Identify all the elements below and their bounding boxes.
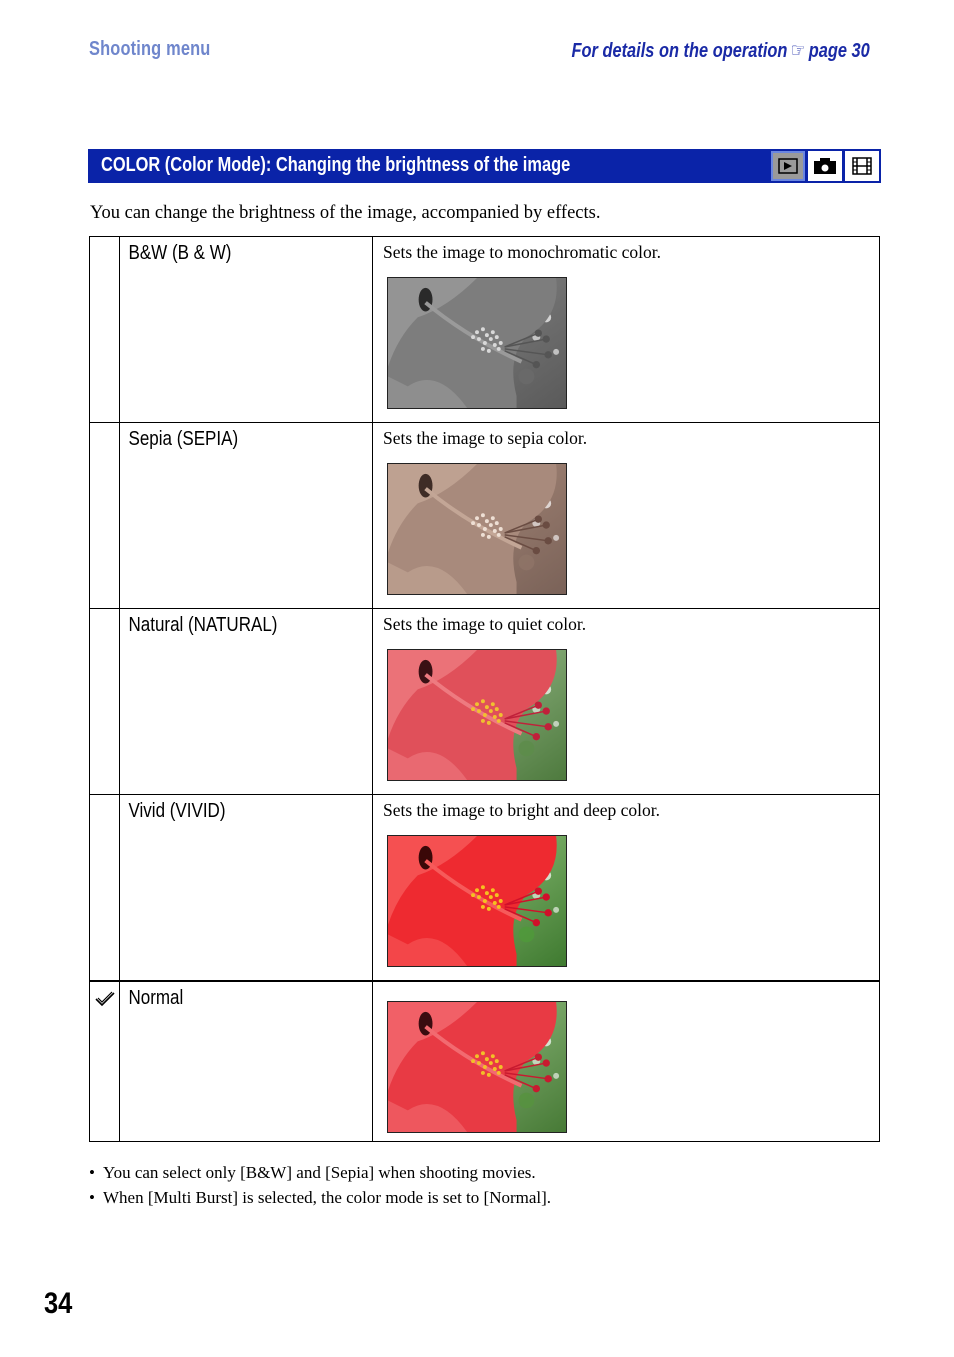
option-description: Sets the image to quiet color.	[383, 614, 587, 634]
playback-icon	[771, 151, 805, 181]
operation-reference[interactable]: For details on the operation ☞ page 30	[572, 38, 870, 63]
camera-icon	[808, 151, 842, 181]
option-row-sepia[interactable]: Sepia (SEPIA) Sets the image to sepia co…	[89, 422, 880, 609]
option-name: Natural (NATURAL)	[128, 614, 278, 636]
sample-photo-normal	[387, 1000, 567, 1133]
section-title-bar: COLOR (Color Mode): Changing the brightn…	[88, 149, 881, 183]
notes-list: • You can select only [B&W] and [Sepia] w…	[89, 1160, 551, 1210]
section-heading: COLOR (Color Mode): Changing the brightn…	[101, 154, 571, 176]
option-name: Vivid (VIVID)	[128, 800, 226, 822]
selection-cell	[89, 794, 120, 981]
sample-photo-bw	[387, 277, 567, 409]
selection-cell	[89, 422, 120, 609]
sample-photo-vivid	[387, 835, 567, 967]
option-row-normal[interactable]: Normal	[89, 979, 880, 1142]
sample-photo-sepia	[387, 463, 567, 595]
reference-page-link[interactable]: page 30	[809, 40, 870, 62]
reference-prefix: For details on the operation	[571, 40, 788, 62]
note-item: • You can select only [B&W] and [Sepia] w…	[89, 1163, 536, 1182]
option-description: Sets the image to bright and deep color.	[383, 800, 661, 820]
option-row-vivid[interactable]: Vivid (VIVID) Sets the image to bright a…	[89, 794, 880, 981]
sample-photo-natural	[387, 649, 567, 781]
page-number: 34	[44, 1287, 73, 1320]
option-description: Sets the image to sepia color.	[383, 428, 588, 448]
pointing-hand-icon: ☞	[790, 40, 806, 62]
intro-text: You can change the brightness of the ima…	[90, 203, 601, 223]
option-name: B&W (B & W)	[128, 242, 232, 264]
option-row-bw[interactable]: B&W (B & W) Sets the image to monochroma…	[89, 236, 880, 423]
option-name: Sepia (SEPIA)	[128, 428, 239, 450]
color-mode-table: B&W (B & W) Sets the image to monochroma…	[89, 236, 880, 1142]
section-title: Shooting menu	[89, 38, 211, 60]
selection-cell	[89, 979, 120, 1142]
selection-cell	[89, 236, 120, 423]
selection-cell	[89, 608, 120, 795]
mode-icons	[771, 151, 879, 181]
movie-icon	[845, 151, 879, 181]
note-item: • When [Multi Burst] is selected, the col…	[89, 1188, 552, 1207]
option-description: Sets the image to monochromatic color.	[383, 242, 661, 262]
option-name: Normal	[128, 986, 184, 1009]
option-row-natural[interactable]: Natural (NATURAL) Sets the image to quie…	[89, 608, 880, 795]
default-checkmark-icon	[94, 990, 116, 1013]
